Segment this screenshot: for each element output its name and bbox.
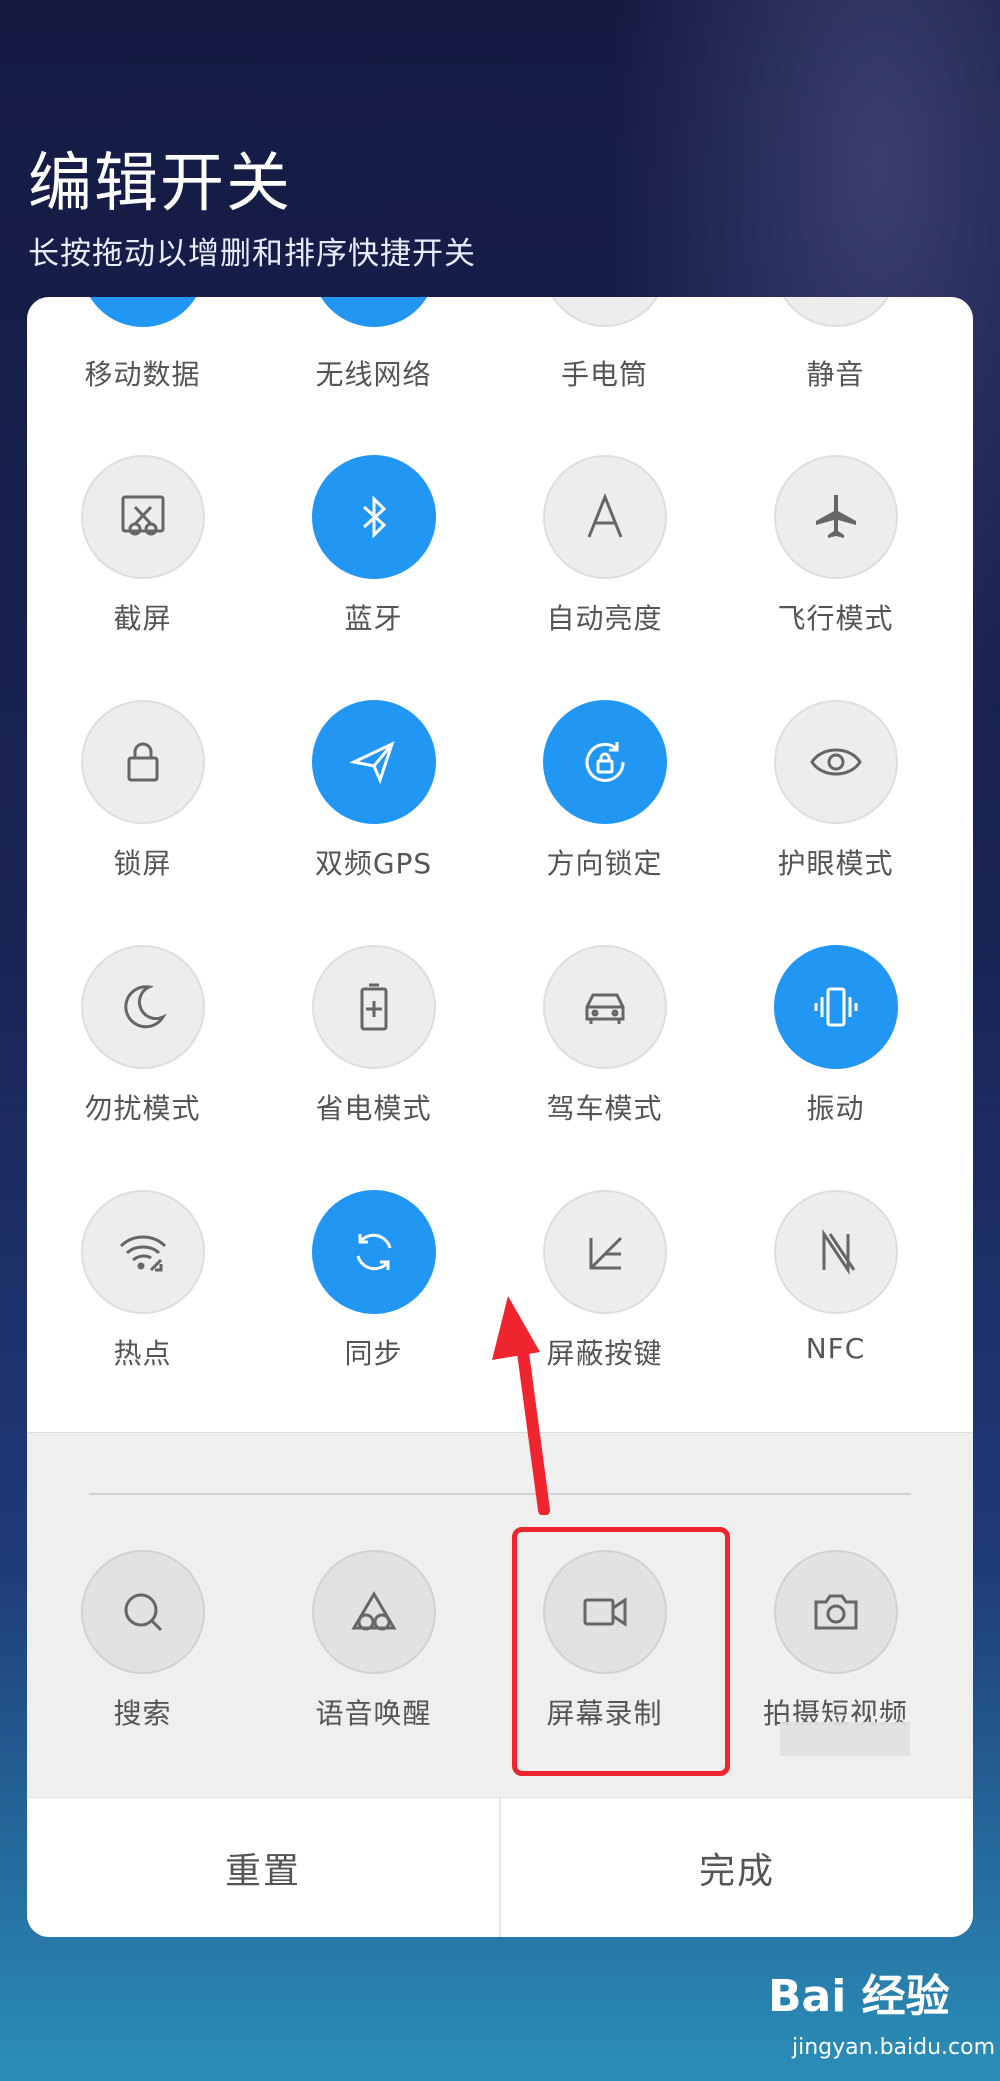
tile-voice-wake[interactable]: 语音唤醒 [258, 1550, 489, 1732]
tile-label: 蓝牙 [344, 602, 403, 635]
nfc-icon [773, 1190, 898, 1314]
watermark-logo: Bai 经验 [768, 1971, 950, 2022]
lock-icon [80, 700, 205, 824]
header-subtitle: 长按拖动以增删和排序快捷开关 [28, 236, 476, 272]
tile-rotation-lock[interactable]: 方向锁定 [489, 700, 720, 882]
tile-power-saving[interactable]: 省电模式 [258, 945, 489, 1127]
tile-label: 无线网络 [315, 358, 432, 391]
tile-label: 锁屏 [113, 847, 172, 880]
voice-wake-icon [311, 1550, 436, 1674]
reset-button[interactable]: 重置 [27, 1798, 499, 1937]
tile-mute[interactable]: 静音 [720, 353, 951, 393]
rotation-lock-icon [542, 700, 667, 824]
tile-label: 静音 [806, 358, 865, 391]
tile-label: 手电筒 [560, 358, 648, 391]
tile-search[interactable]: 搜索 [27, 1550, 258, 1732]
tile-airplane[interactable]: 飞行模式 [720, 455, 951, 637]
tile-eye-care[interactable]: 护眼模式 [720, 700, 951, 882]
tile-label: 热点 [113, 1337, 172, 1370]
tile-label: 省电模式 [315, 1092, 432, 1125]
vibrate-icon [773, 945, 898, 1069]
tile-label: 语音唤醒 [315, 1697, 432, 1730]
airplane-icon [773, 455, 898, 579]
key-block-icon [542, 1190, 667, 1314]
tile-label: 自动亮度 [546, 602, 663, 635]
gps-icon [311, 700, 436, 824]
blur-patch [780, 1722, 910, 1756]
car-icon [542, 945, 667, 1069]
tile-hotspot[interactable]: 热点 [27, 1190, 258, 1372]
tile-driving-mode[interactable]: 驾车模式 [489, 945, 720, 1127]
tile-screenshot[interactable]: 截屏 [27, 455, 258, 637]
annotation-highlight-box [512, 1527, 730, 1776]
header-title: 编辑开关 [28, 147, 292, 221]
eye-icon [773, 700, 898, 824]
tile-label: NFC [805, 1332, 866, 1365]
tile-label: 方向锁定 [546, 847, 663, 880]
tile-label: 振动 [806, 1092, 865, 1125]
tile-label: 截屏 [113, 602, 172, 635]
hotspot-icon [80, 1190, 205, 1314]
tile-short-video[interactable]: 拍摄短视频 [720, 1550, 951, 1732]
tile-nfc[interactable]: NFC [720, 1190, 951, 1365]
tile-label: 移动数据 [84, 358, 201, 391]
tile-label: 搜索 [113, 1697, 172, 1730]
camera-icon [773, 1550, 898, 1674]
tile-auto-brightness[interactable]: 自动亮度 [489, 455, 720, 637]
tile-gps[interactable]: 双频GPS [258, 700, 489, 882]
tile-flashlight[interactable]: 手电筒 [489, 353, 720, 393]
annotation-arrow [492, 1296, 550, 1515]
auto-brightness-icon [542, 455, 667, 579]
tile-label: 护眼模式 [777, 847, 894, 880]
quick-settings-panel: 移动数据 无线网络 手电筒 静音 截屏 蓝牙 自动亮度 飞行模式 锁屏 双频GP… [27, 297, 973, 1937]
tile-do-not-disturb[interactable]: 勿扰模式 [27, 945, 258, 1127]
tile-label: 同步 [344, 1337, 403, 1370]
search-icon [80, 1550, 205, 1674]
tile-mobile-data[interactable]: 移动数据 [27, 353, 258, 393]
done-button[interactable]: 完成 [501, 1798, 973, 1937]
tile-label: 勿扰模式 [84, 1092, 201, 1125]
sync-icon [311, 1190, 436, 1314]
screenshot-icon [80, 455, 205, 579]
tile-label: 飞行模式 [777, 602, 894, 635]
tile-label: 驾车模式 [546, 1092, 663, 1125]
tile-sync[interactable]: 同步 [258, 1190, 489, 1372]
tile-vibrate[interactable]: 振动 [720, 945, 951, 1127]
tile-wifi[interactable]: 无线网络 [258, 353, 489, 393]
tile-lock-screen[interactable]: 锁屏 [27, 700, 258, 882]
watermark-url: jingyan.baidu.com [792, 2035, 996, 2060]
tile-bluetooth[interactable]: 蓝牙 [258, 455, 489, 637]
bluetooth-icon [311, 455, 436, 579]
footer-bar: 重置 完成 [27, 1797, 973, 1937]
tile-label: 双频GPS [314, 847, 433, 880]
moon-icon [80, 945, 205, 1069]
battery-saver-icon [311, 945, 436, 1069]
